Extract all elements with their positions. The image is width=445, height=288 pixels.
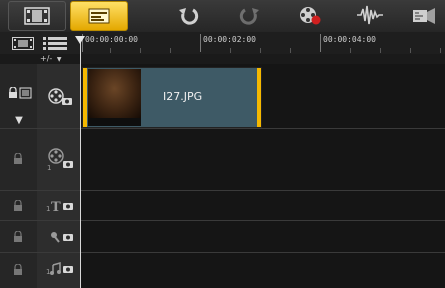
overlay-track-icon: 1 (47, 148, 73, 172)
voice-lock-button[interactable] (12, 230, 24, 242)
storyboard-view-button[interactable] (8, 1, 66, 31)
triangle-down-icon: ▼ (15, 115, 23, 126)
microphone-icon (51, 232, 73, 243)
add-remove-label: +/- (40, 54, 53, 63)
ripple-lock-button[interactable] (8, 86, 32, 100)
film-strip-icon (12, 36, 34, 50)
ripple-lock-icon (9, 87, 32, 99)
ruler-minor-tick (380, 48, 381, 53)
ruler-label-4s: 00:00:04:00 (323, 35, 376, 44)
fit-timeline-button[interactable] (12, 36, 34, 50)
track-manager-button[interactable] (42, 36, 68, 50)
sound-mixer-button[interactable] (348, 2, 392, 28)
timeline-subtoolbar (0, 32, 80, 54)
overlay-lock-button[interactable] (12, 152, 24, 164)
clip-trim-handle-right[interactable] (257, 68, 261, 127)
title-track-icon: 1 T (46, 200, 73, 213)
svg-text:1: 1 (46, 205, 50, 213)
ruler-minor-tick (350, 48, 351, 53)
timeline-view-icon (88, 8, 110, 24)
chevron-down-icon: ▼ (56, 56, 62, 63)
ruler-tick (200, 34, 201, 52)
ruler-minor-tick (410, 48, 411, 53)
playhead-handle[interactable] (75, 36, 85, 44)
music-lock-button[interactable] (12, 263, 24, 275)
lock-icon (14, 230, 22, 242)
lock-icon (14, 263, 22, 275)
storyboard-view-icon (24, 7, 50, 25)
lock-icon (14, 199, 22, 211)
timeline-view-button[interactable] (70, 1, 128, 31)
title-lock-button[interactable] (12, 199, 24, 211)
time-ruler[interactable]: 00:00:00:00 00:00:02:00 00:00:04:00 (80, 32, 445, 54)
clip-filename: I27.JPG (163, 90, 203, 103)
redo-icon (239, 8, 259, 25)
redo-button[interactable] (228, 2, 272, 28)
video-track-toggle[interactable] (46, 86, 74, 108)
music-note-icon: 1 (46, 262, 73, 276)
lock-icon (14, 152, 22, 164)
image-clip[interactable]: I27.JPG (82, 67, 262, 128)
ruler-minor-tick (230, 48, 231, 53)
ruler-minor-tick (110, 48, 111, 53)
ruler-tick (320, 34, 321, 52)
title-track-toggle[interactable]: 1 T (44, 198, 76, 214)
overlay-track-toggle[interactable]: 1 (44, 146, 76, 172)
clip-thumbnail (88, 69, 141, 118)
sound-mixer-icon (357, 5, 383, 25)
ruler-minor-tick (170, 48, 171, 53)
music-track-toggle[interactable]: 1 (44, 261, 76, 277)
undo-button[interactable] (166, 2, 210, 28)
ruler-minor-tick (290, 48, 291, 53)
record-capture-icon (300, 7, 321, 25)
ruler-label-2s: 00:00:02:00 (203, 35, 256, 44)
clip-thumbnail-strip (88, 118, 141, 126)
video-track-icon (48, 88, 72, 105)
auto-music-button[interactable] (404, 2, 444, 28)
ruler-minor-tick (140, 48, 141, 53)
ruler-minor-tick (440, 48, 441, 53)
ruler-minor-tick (260, 48, 261, 53)
ruler-label-0: 00:00:00:00 (85, 35, 138, 44)
svg-text:T: T (51, 200, 61, 213)
list-icon (43, 36, 67, 50)
collapse-tracks-toggle[interactable]: ▼ (12, 116, 26, 126)
record-capture-button[interactable] (288, 2, 332, 28)
svg-text:1: 1 (46, 268, 50, 276)
voice-track-toggle[interactable] (44, 229, 76, 245)
add-remove-track-control[interactable]: +/- ▼ (40, 54, 80, 64)
undo-icon (179, 8, 199, 25)
clip-trim-handle-left[interactable] (83, 68, 87, 127)
playhead-line (80, 38, 81, 288)
main-toolbar (0, 0, 445, 33)
auto-music-icon (413, 8, 435, 24)
svg-text:1: 1 (47, 164, 51, 172)
